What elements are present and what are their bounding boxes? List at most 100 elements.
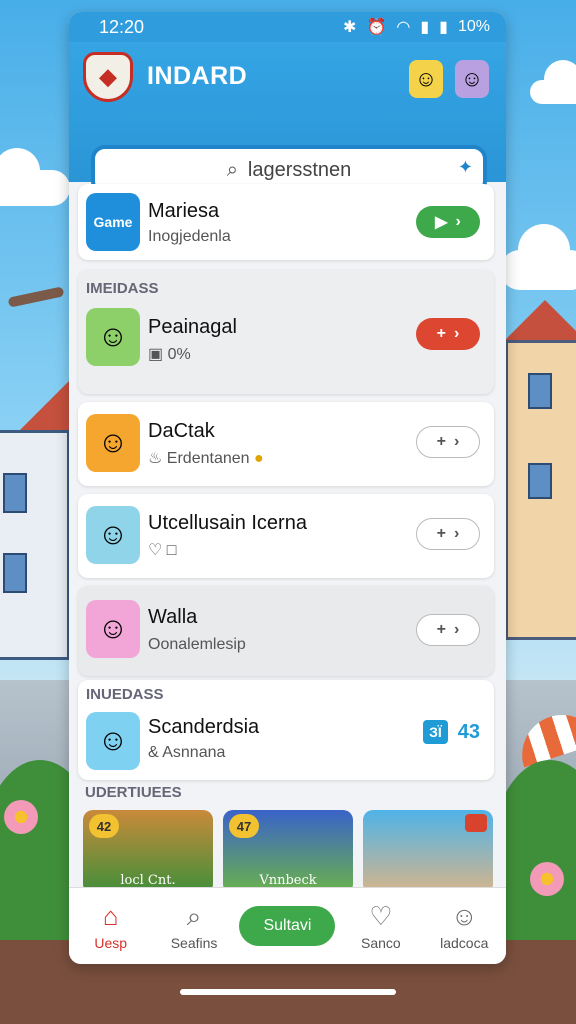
- home-icon: ⌂: [102, 901, 119, 931]
- window: [528, 373, 552, 409]
- character-thumbnail-icon: ☺: [86, 414, 140, 472]
- nav-item-search[interactable]: ⌕ Seafins: [156, 901, 232, 951]
- nav-item-profile[interactable]: ☺ ladcoca: [426, 901, 502, 951]
- character-thumbnail-icon: ☺: [86, 506, 140, 564]
- cloud: [0, 148, 70, 206]
- character-thumbnail-icon: ☺: [86, 712, 140, 770]
- chevron-right-icon: ›: [454, 621, 460, 638]
- link-icon: &: [148, 744, 163, 761]
- battery-icon: ▮: [439, 19, 448, 36]
- item-badge: ЗЇ 43: [423, 720, 480, 744]
- main-content: Game Mariesa Inogjedenla ▶ › IMEIDASS ☺ P…: [69, 182, 506, 894]
- flag-icon: [465, 814, 487, 832]
- game-tile[interactable]: [363, 810, 493, 894]
- item-name: DaCtak: [148, 420, 215, 442]
- nav-label: ladcoca: [440, 935, 489, 951]
- item-subtitle: ♨ Erdentanen ●: [148, 448, 264, 468]
- tile-text: Vnnbeck: [259, 873, 317, 888]
- character-thumbnail-icon: ☺: [86, 308, 140, 366]
- item-icons: ♡ □: [148, 540, 176, 560]
- profile-icon: ☺: [450, 901, 478, 931]
- battery-level: 10%: [457, 18, 490, 35]
- section-label: INUEDASS: [86, 686, 164, 703]
- game-thumbnail-icon: Game: [86, 193, 140, 251]
- item-name: Peainagal: [148, 316, 237, 338]
- magic-wand-icon[interactable]: ✦: [458, 157, 473, 178]
- app-logo-icon[interactable]: ◆: [83, 52, 133, 102]
- heart-icon: ♡: [148, 542, 163, 559]
- list-item[interactable]: ☺ DaCtak ♨ Erdentanen ● + ›: [78, 402, 494, 486]
- wifi-icon: ◠: [396, 19, 411, 36]
- chevron-right-icon: ›: [454, 525, 460, 542]
- house-left: [0, 430, 70, 660]
- window: [528, 463, 552, 499]
- add-button[interactable]: + ›: [416, 518, 480, 550]
- window: [3, 473, 27, 513]
- plus-icon: +: [436, 525, 446, 542]
- status-bar: 12:20 ✱ ⏰ ◠ ▮ ▮ 10%: [69, 12, 506, 42]
- item-subtitle-text: Erdentanen: [166, 450, 250, 467]
- plus-icon: +: [436, 621, 446, 638]
- section-card: IMEIDASS ☺ Peainagal ▣ 0% + ›: [78, 270, 494, 394]
- add-button[interactable]: + ›: [416, 614, 480, 646]
- home-indicator[interactable]: [180, 989, 396, 995]
- featured-name: Mariesa: [148, 200, 220, 222]
- bluetooth-icon: ✱: [343, 19, 357, 36]
- nav-label: Uesp: [94, 935, 128, 951]
- featured-subtitle: Inogjedenla: [148, 228, 231, 245]
- plus-icon: +: [436, 433, 446, 450]
- item-subtitle: & Asnnana: [148, 744, 225, 762]
- nav-label: Sanco: [361, 935, 401, 951]
- play-icon: ▶: [435, 214, 448, 231]
- item-name: Scanderdsia: [148, 716, 260, 738]
- tile-text: locl Cnt.: [120, 873, 176, 888]
- character-avatar-icon[interactable]: ☺: [409, 60, 443, 98]
- item-subtitle-text: Asnnana: [162, 744, 226, 761]
- add-button[interactable]: + ›: [416, 318, 480, 350]
- badge-icon: ЗЇ: [423, 720, 448, 744]
- item-subtitle: ▣ 0%: [148, 344, 191, 364]
- nav-item-favorites[interactable]: ♡ Sanco: [343, 901, 419, 951]
- app-window: 12:20 ✱ ⏰ ◠ ▮ ▮ 10% ◆ INDARD ☺ ☺ ⌕ lager…: [69, 12, 506, 964]
- square-icon: □: [166, 542, 177, 559]
- add-button[interactable]: + ›: [416, 426, 480, 458]
- window: [3, 553, 27, 593]
- chevron-right-icon: ›: [455, 213, 461, 230]
- flower: [530, 862, 564, 896]
- character-avatar-icon[interactable]: ☺: [455, 60, 489, 98]
- alarm-icon: ⏰: [366, 19, 387, 36]
- app-header: ◆ INDARD ☺ ☺ ⌕ lagersstnen ✦: [69, 42, 506, 195]
- nav-item-home[interactable]: ⌂ Uesp: [73, 901, 149, 951]
- character-thumbnail-icon: ☺: [86, 600, 140, 658]
- game-tile[interactable]: 47 Vnnbeck: [223, 810, 353, 894]
- flame-icon: ♨: [148, 450, 167, 467]
- search-icon: ⌕: [186, 901, 202, 931]
- search-text: lagersstnen: [247, 158, 352, 181]
- play-button[interactable]: ▶ ›: [416, 206, 480, 238]
- chevron-right-icon: ›: [454, 325, 460, 342]
- house-right: [505, 340, 576, 640]
- section-label: UDERTIUEES: [85, 784, 182, 801]
- heart-icon: ♡: [369, 901, 393, 931]
- featured-card[interactable]: Game Mariesa Inogjedenla ▶ ›: [78, 184, 494, 260]
- section-card[interactable]: INUEDASS ☺ Scanderdsia & Asnnana ЗЇ 43: [78, 680, 494, 780]
- thumbs-up-icon: ●: [249, 450, 264, 467]
- item-name: Utcellusain Icerna: [148, 512, 307, 534]
- status-icons: ✱ ⏰ ◠ ▮ ▮ 10%: [343, 17, 490, 37]
- item-progress: 0%: [167, 346, 191, 363]
- center-action-button[interactable]: Sultavi: [239, 906, 336, 946]
- item-name: Walla: [148, 606, 198, 628]
- nav-label: Seafins: [170, 935, 218, 951]
- item-subtitle: Oonalemlesip: [148, 636, 246, 653]
- badge-count: 43: [457, 720, 480, 743]
- section-label: IMEIDASS: [86, 280, 159, 297]
- search-icon: ⌕: [226, 158, 238, 181]
- tile-badge: 42: [89, 814, 119, 838]
- flower: [4, 800, 38, 834]
- list-item[interactable]: ☺ Walla Oonalemlesip + ›: [78, 586, 494, 676]
- game-tile[interactable]: 42 locl Cnt.: [83, 810, 213, 894]
- list-item[interactable]: ☺ Utcellusain Icerna ♡ □ + ›: [78, 494, 494, 578]
- status-time: 12:20: [99, 16, 145, 37]
- house-roof: [505, 300, 576, 340]
- app-title: INDARD: [147, 62, 248, 90]
